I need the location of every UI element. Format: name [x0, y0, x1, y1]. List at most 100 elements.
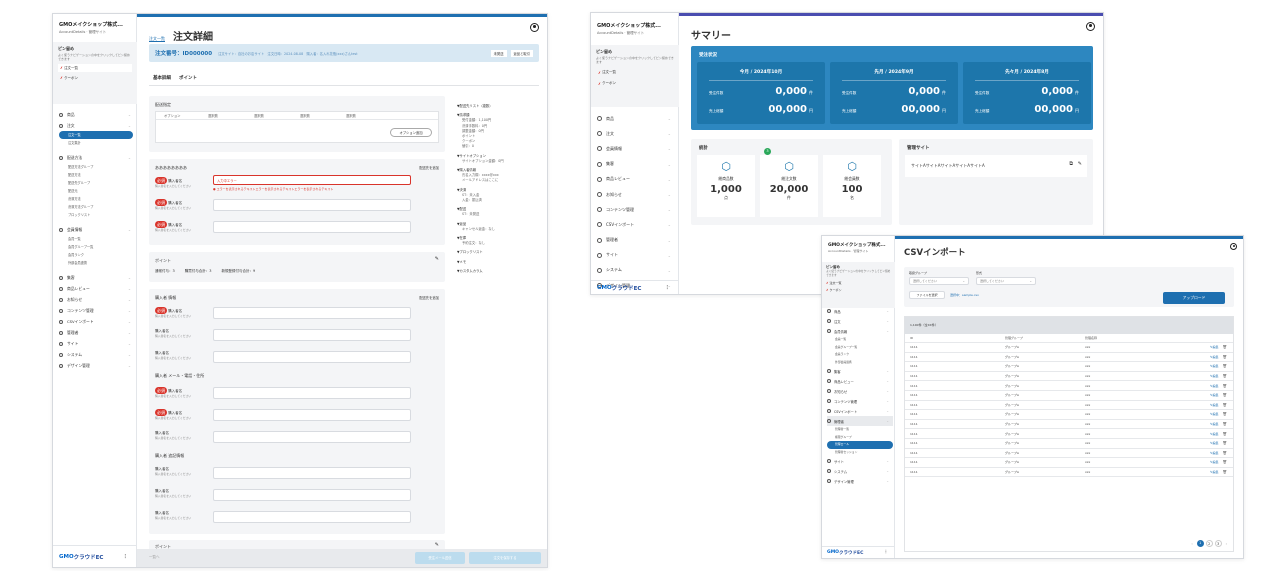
pinned-item-coupon[interactable]: ✗ クーポン: [58, 74, 132, 82]
more-icon[interactable]: ⋮: [123, 554, 129, 560]
purchaser-name-input-error[interactable]: 入力中エラー: [213, 175, 411, 185]
sidebar-item[interactable]: サイト ⌄: [59, 338, 135, 349]
edit-icon[interactable]: ✎: [435, 256, 439, 262]
sidebar-item[interactable]: 会員情報 ⌄: [597, 141, 677, 156]
pinned-item-orders[interactable]: ✗ 注文一覧: [58, 64, 132, 72]
delete-icon[interactable]: 🗑: [1223, 412, 1227, 416]
sidebar-item[interactable]: 商品レビュー ⌄: [827, 376, 893, 386]
next-page-icon[interactable]: ›: [1226, 542, 1227, 546]
sidebar-item[interactable]: デザイン管理 ⌄: [827, 476, 893, 486]
note-heading[interactable]: ▼メモ: [457, 260, 537, 265]
sidebar-subitem[interactable]: 管理者セッション: [827, 449, 893, 457]
delete-icon[interactable]: 🗑: [1223, 355, 1227, 359]
edit-link[interactable]: ✎編集: [1210, 432, 1219, 436]
sidebar-subitem[interactable]: 配送方法グループ: [59, 163, 135, 171]
edit-link[interactable]: ✎編集: [1210, 393, 1219, 397]
sidebar-item[interactable]: 集客 ⌄: [827, 366, 893, 376]
user-icon[interactable]: [530, 23, 539, 32]
sidebar-subitem[interactable]: 外部会員連携: [59, 259, 135, 267]
edit-link[interactable]: ✎編集: [1210, 403, 1219, 407]
address-input[interactable]: [213, 511, 411, 523]
sidebar-item[interactable]: 注文 ⌄: [59, 120, 135, 131]
sidebar-subitem[interactable]: 配送先グループ: [59, 179, 135, 187]
note-heading[interactable]: ▼ブロックリスト: [457, 250, 537, 255]
sidebar-item[interactable]: 商品レビュー ⌄: [597, 172, 677, 187]
sidebar-subitem[interactable]: 会員ランク: [827, 351, 893, 359]
note-heading[interactable]: ▼配送先リスト（複数）: [457, 104, 537, 109]
delete-icon[interactable]: 🗑: [1223, 460, 1227, 464]
sidebar-subitem[interactable]: 会員グループ一覧: [827, 344, 893, 352]
edit-icon[interactable]: ✎: [1078, 161, 1082, 167]
sidebar-item[interactable]: 商品 ⌄: [827, 306, 893, 316]
add-shipping-link[interactable]: 配送先を追加: [419, 165, 439, 170]
back-to-list-link[interactable]: 一覧へ: [149, 555, 160, 560]
address-input[interactable]: [213, 431, 411, 443]
sidebar-item[interactable]: デザイン管理 ⌄: [59, 360, 135, 371]
sidebar-subitem[interactable]: 会員ランク: [59, 251, 135, 259]
sidebar-subitem[interactable]: 権限グループ: [827, 434, 893, 442]
format-select[interactable]: 選択してください ⌄: [976, 277, 1036, 285]
edit-link[interactable]: ✎編集: [1210, 412, 1219, 416]
edit-link[interactable]: ✎編集: [1210, 374, 1219, 378]
sidebar-item[interactable]: お知らせ ⌄: [597, 187, 677, 202]
address-input[interactable]: [213, 409, 411, 421]
pinned-item-coupon[interactable]: ✗ クーポン: [826, 286, 891, 293]
sidebar-subitem[interactable]: 決済方法グループ: [59, 203, 135, 211]
delete-icon[interactable]: 🗑: [1223, 432, 1227, 436]
pinned-item-orders[interactable]: ✗ 注文一覧: [596, 68, 674, 77]
sidebar-item[interactable]: サイト ⌄: [827, 456, 893, 466]
user-icon[interactable]: [1230, 243, 1237, 250]
sidebar-item[interactable]: CSVインポート ⌄: [59, 316, 135, 327]
delete-icon[interactable]: 🗑: [1223, 451, 1227, 455]
save-order-button[interactable]: 注文を保存する: [469, 552, 541, 564]
edit-link[interactable]: ✎編集: [1210, 470, 1219, 474]
edit-link[interactable]: ✎編集: [1210, 460, 1219, 464]
sidebar-item[interactable]: 集客 ⌄: [597, 157, 677, 172]
purchaser-name-input[interactable]: [213, 199, 411, 211]
page-number[interactable]: 2: [1205, 540, 1213, 547]
sidebar-subitem[interactable]: 管理者一覧: [827, 426, 893, 434]
sidebar-item[interactable]: 配送方法 ⌄: [59, 152, 135, 163]
delete-icon[interactable]: 🗑: [1223, 422, 1227, 426]
sidebar-subitem[interactable]: 配送元: [59, 187, 135, 195]
sidebar-item[interactable]: 会員情報 ⌄: [827, 326, 893, 336]
sidebar-subitem[interactable]: 注文一覧: [59, 131, 133, 139]
add-option-button[interactable]: オプション追加: [390, 128, 432, 137]
address-input[interactable]: [213, 351, 411, 363]
tab-basic[interactable]: 基本詳細: [149, 72, 175, 85]
address-input[interactable]: [213, 329, 411, 341]
sidebar-item[interactable]: お知らせ ⌄: [827, 386, 893, 396]
more-icon[interactable]: ⋮: [884, 550, 889, 555]
delete-icon[interactable]: 🗑: [1223, 384, 1227, 388]
breadcrumb[interactable]: 注文一覧: [149, 36, 165, 42]
sidebar-subitem[interactable]: 注文集計: [59, 139, 135, 147]
sidebar-subitem[interactable]: 会員グループ一覧: [59, 243, 135, 251]
more-icon[interactable]: ⋮: [665, 285, 671, 291]
delete-icon[interactable]: 🗑: [1223, 470, 1227, 474]
edit-link[interactable]: ✎編集: [1210, 355, 1219, 359]
sidebar-item[interactable]: コンテンツ管理 ⌄: [597, 202, 677, 217]
pinned-item-orders[interactable]: ✗ 注文一覧: [826, 279, 891, 286]
copy-icon[interactable]: ⧉: [1069, 161, 1073, 167]
sidebar-item[interactable]: 管理者 ⌄: [59, 327, 135, 338]
sidebar-subitem[interactable]: 配送方法: [59, 171, 135, 179]
delete-icon[interactable]: 🗑: [1223, 374, 1227, 378]
admin-site-card[interactable]: サイトAサイトAサイトAサイトAサイトA ⧉ ✎: [905, 155, 1087, 177]
sidebar-item[interactable]: お知らせ ⌄: [59, 294, 135, 305]
edit-link[interactable]: ✎編集: [1210, 441, 1219, 445]
group-select[interactable]: 選択してください ⌄: [909, 277, 969, 285]
sidebar-subitem[interactable]: 外部会員連携: [827, 359, 893, 367]
sidebar-item[interactable]: システム ⌄: [597, 263, 677, 278]
sidebar-item[interactable]: 注文 ⌄: [827, 316, 893, 326]
edit-icon[interactable]: ✎: [435, 542, 439, 548]
sidebar-item[interactable]: 商品 ⌄: [59, 109, 135, 120]
sidebar-subitem[interactable]: ブロックリスト: [59, 211, 135, 219]
sidebar-subitem[interactable]: 決済方法: [59, 195, 135, 203]
delete-icon[interactable]: 🗑: [1223, 393, 1227, 397]
file-select-button[interactable]: ファイルを選択: [909, 291, 945, 299]
page-number[interactable]: 1: [1196, 540, 1204, 547]
address-input[interactable]: [213, 387, 411, 399]
tab-point[interactable]: ポイント: [175, 72, 201, 85]
sidebar-item[interactable]: 商品レビュー ⌄: [59, 283, 135, 294]
sidebar-item[interactable]: コンテンツ管理 ⌄: [827, 396, 893, 406]
